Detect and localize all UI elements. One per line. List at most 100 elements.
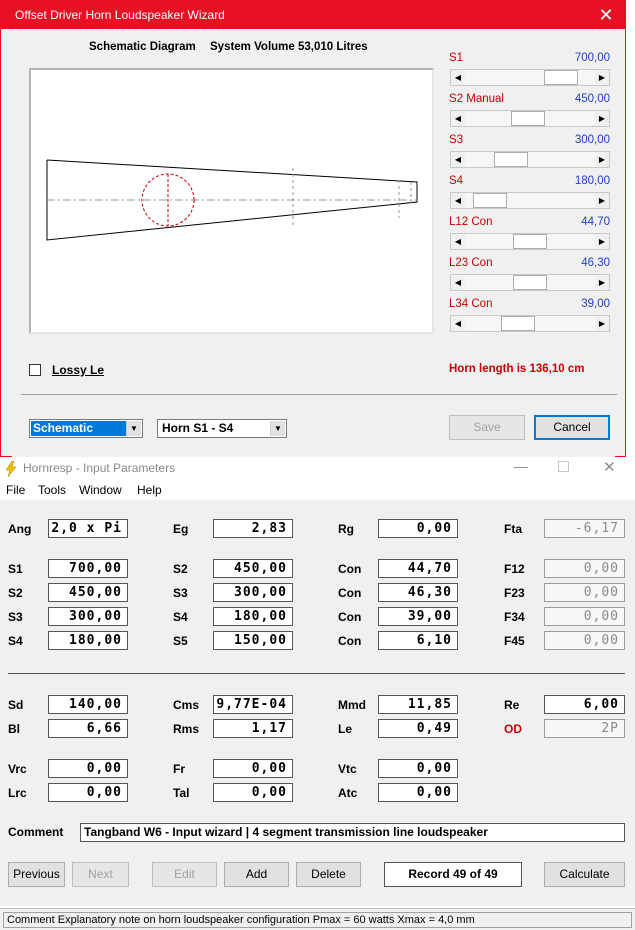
field-cms[interactable]: 9,77E-04 [213,695,293,714]
field-rg[interactable]: 0,00 [378,519,458,538]
field-atc[interactable]: 0,00 [378,783,458,802]
slider-scrollbar[interactable]: ◀ ▶ [450,151,610,168]
field-mmd[interactable]: 11,85 [378,695,458,714]
field-s2b[interactable]: 450,00 [48,583,128,602]
arrow-left-icon[interactable]: ◀ [451,70,465,85]
arrow-left-icon[interactable]: ◀ [451,193,465,208]
cancel-button[interactable]: Cancel [534,415,610,440]
slider-scrollbar[interactable]: ◀ ▶ [450,315,610,332]
arrow-right-icon[interactable]: ▶ [595,70,609,85]
field-sd[interactable]: 140,00 [48,695,128,714]
lossy-le-checkbox[interactable] [29,364,41,376]
field-s3b[interactable]: 300,00 [48,607,128,626]
field-tal[interactable]: 0,00 [213,783,293,802]
slider-thumb[interactable] [544,70,578,85]
add-button[interactable]: Add [224,862,289,887]
arrow-right-icon[interactable]: ▶ [595,316,609,331]
field-f45[interactable]: 0,00 [544,631,625,650]
arrow-left-icon[interactable]: ◀ [451,275,465,290]
arrow-right-icon[interactable]: ▶ [595,152,609,167]
close-icon[interactable]: ✕ [603,458,616,476]
slider-value: 300,00 [574,134,610,146]
slider-track[interactable] [465,234,595,249]
field-rms[interactable]: 1,17 [213,719,293,738]
menu-help[interactable]: Help [137,483,162,497]
field-f34[interactable]: 0,00 [544,607,625,626]
slider-track[interactable] [465,111,595,126]
menu-tools[interactable]: Tools [38,483,66,497]
label-ang: Ang [8,522,32,536]
slider-thumb[interactable] [501,316,535,331]
lightning-icon [5,461,17,477]
field-s3[interactable]: 300,00 [213,583,293,602]
field-s4b[interactable]: 180,00 [48,631,128,650]
arrow-right-icon[interactable]: ▶ [595,193,609,208]
slider-track[interactable] [465,316,595,331]
edit-button[interactable]: Edit [152,862,217,887]
label-con4: Con [338,634,362,648]
field-eg[interactable]: 2,83 [213,519,293,538]
slider-track[interactable] [465,152,595,167]
field-s4[interactable]: 180,00 [213,607,293,626]
comment-field[interactable]: Tangband W6 - Input wizard | 4 segment t… [80,823,625,842]
slider-thumb[interactable] [473,193,507,208]
slider-thumb[interactable] [513,275,547,290]
maximize-icon[interactable] [558,461,569,472]
field-vrc[interactable]: 0,00 [48,759,128,778]
save-button[interactable]: Save [449,415,525,440]
slider-thumb[interactable] [511,111,545,126]
arrow-right-icon[interactable]: ▶ [595,111,609,126]
field-s5[interactable]: 150,00 [213,631,293,650]
lossy-le-label: Lossy Le [52,363,105,377]
slider-scrollbar[interactable]: ◀ ▶ [450,233,610,250]
field-od[interactable]: 2P [544,719,625,738]
slider-track[interactable] [465,193,595,208]
field-ang[interactable]: 2,0 x Pi [48,519,128,538]
field-bl[interactable]: 6,66 [48,719,128,738]
field-re[interactable]: 6,00 [544,695,625,714]
slider-scrollbar[interactable]: ◀ ▶ [450,69,610,86]
minimize-icon[interactable]: — [514,458,528,474]
slider-scrollbar[interactable]: ◀ ▶ [450,192,610,209]
field-f23[interactable]: 0,00 [544,583,625,602]
arrow-left-icon[interactable]: ◀ [451,152,465,167]
slider-track[interactable] [465,70,595,85]
field-le[interactable]: 0,49 [378,719,458,738]
field-vtc[interactable]: 0,00 [378,759,458,778]
field-con3[interactable]: 39,00 [378,607,458,626]
menu-window[interactable]: Window [79,483,122,497]
field-s2[interactable]: 450,00 [213,559,293,578]
label-od: OD [504,722,522,736]
slider-scrollbar[interactable]: ◀ ▶ [450,274,610,291]
arrow-right-icon[interactable]: ▶ [595,275,609,290]
slider-scrollbar[interactable]: ◀ ▶ [450,110,610,127]
field-con1[interactable]: 44,70 [378,559,458,578]
close-icon[interactable]: ✕ [595,4,617,26]
field-lrc[interactable]: 0,00 [48,783,128,802]
arrow-right-icon[interactable]: ▶ [595,234,609,249]
field-s1[interactable]: 700,00 [48,559,128,578]
label-re: Re [504,698,520,712]
view-select[interactable]: Schematic ▼ [29,419,143,438]
arrow-left-icon[interactable]: ◀ [451,111,465,126]
field-f12[interactable]: 0,00 [544,559,625,578]
slider-thumb[interactable] [494,152,528,167]
slider-track[interactable] [465,275,595,290]
calculate-button[interactable]: Calculate [544,862,625,887]
delete-button[interactable]: Delete [296,862,361,887]
slider-thumb[interactable] [513,234,547,249]
label-tal: Tal [173,786,190,800]
label-s5: S5 [173,634,188,648]
arrow-left-icon[interactable]: ◀ [451,316,465,331]
menu-file[interactable]: File [6,483,25,497]
arrow-left-icon[interactable]: ◀ [451,234,465,249]
horn-schematic-drawing [46,159,418,241]
slider-label: S4 [449,175,464,187]
field-con2[interactable]: 46,30 [378,583,458,602]
field-fr[interactable]: 0,00 [213,759,293,778]
horn-segment-select[interactable]: Horn S1 - S4 ▼ [157,419,287,438]
next-button[interactable]: Next [72,862,129,887]
previous-button[interactable]: Previous [8,862,65,887]
field-con4[interactable]: 6,10 [378,631,458,650]
field-fta[interactable]: -6,17 [544,519,625,538]
